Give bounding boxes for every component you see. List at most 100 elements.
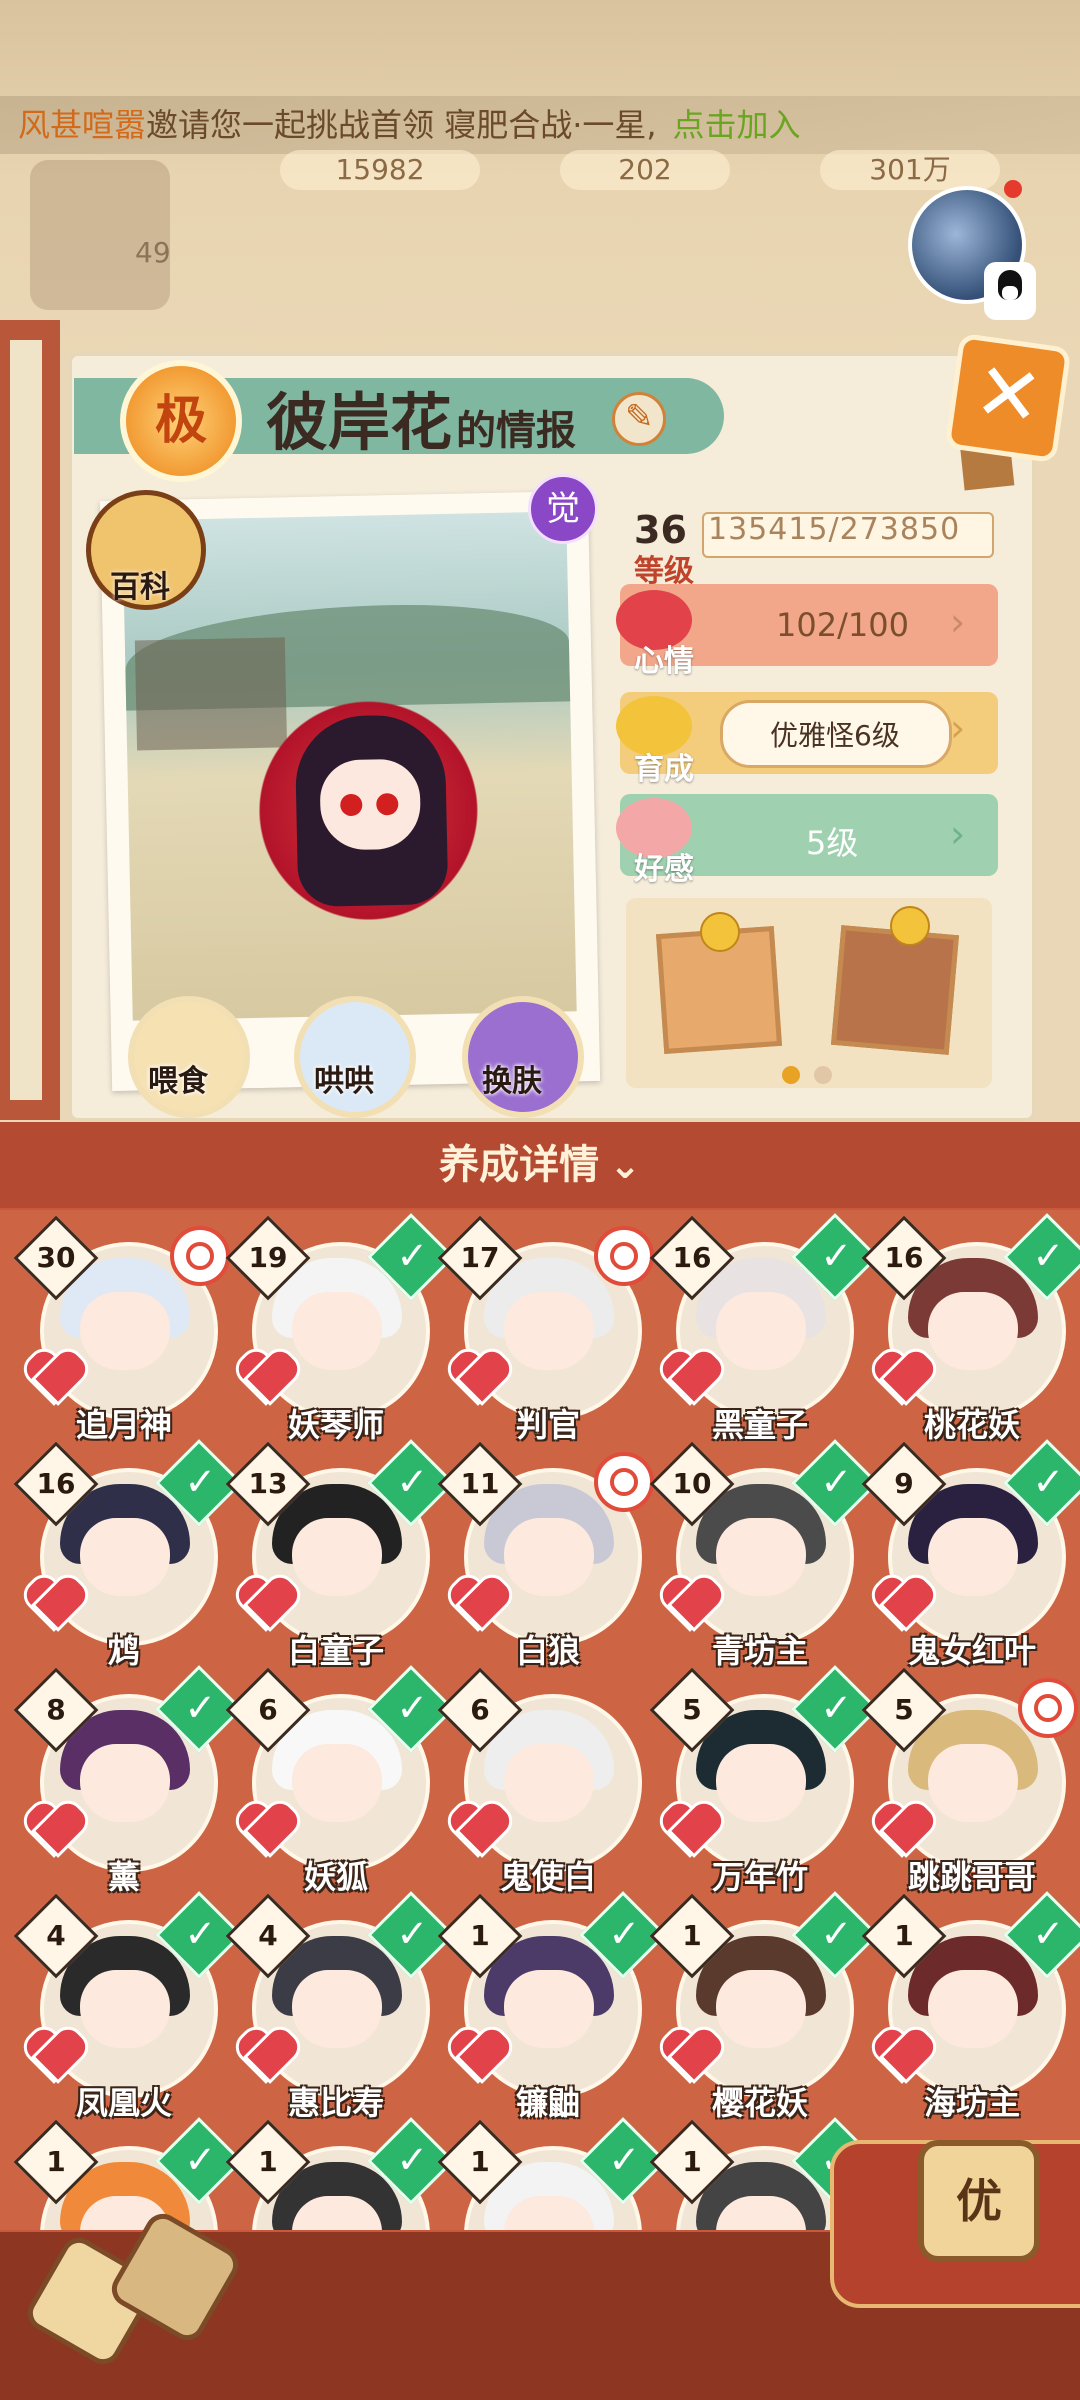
- roster-tile[interactable]: 1樱花妖: [649, 1891, 879, 2126]
- roster-tile[interactable]: 5万年竹: [649, 1665, 879, 1900]
- portrait-face: [80, 1292, 170, 1370]
- player-avatar[interactable]: [30, 160, 170, 310]
- portrait-face: [928, 1744, 1018, 1822]
- favor-chevron-icon: ›: [950, 812, 966, 856]
- target-icon: [1018, 1678, 1078, 1738]
- coax-label: 哄哄: [314, 1064, 374, 1099]
- heart-icon: [18, 1342, 78, 1398]
- smile-icon: [890, 906, 930, 946]
- level-text: 19: [248, 1241, 288, 1274]
- heart-icon: [18, 1794, 78, 1850]
- portrait-face: [504, 1292, 594, 1370]
- level-text: 1: [470, 2145, 490, 2178]
- portrait-face: [504, 1518, 594, 1596]
- target-icon: [170, 1226, 230, 1286]
- rank-badge: 极: [120, 360, 242, 482]
- level-text: 5: [894, 1693, 914, 1726]
- roster-tile[interactable]: 10青坊主: [649, 1439, 879, 1674]
- heart-icon: [866, 1568, 926, 1624]
- roster-tile[interactable]: 1: [437, 2117, 667, 2230]
- book-spine: [0, 320, 60, 1120]
- level-text: 30: [36, 1241, 76, 1274]
- close-button[interactable]: ✕: [944, 332, 1072, 464]
- roster-tile[interactable]: 30 追月神: [13, 1215, 230, 1448]
- portrait-face: [504, 1744, 594, 1822]
- heart-icon: [442, 2020, 502, 2076]
- details-label: 养成详情: [439, 1142, 600, 1188]
- level-text: 9: [894, 1467, 914, 1500]
- level-text: 1: [258, 2145, 278, 2178]
- shikigami-name: 判官: [515, 1406, 580, 1444]
- heart-icon: [654, 2020, 714, 2076]
- growth-label: 育成: [634, 752, 694, 787]
- roster-tile[interactable]: 4凤凰火: [13, 1891, 243, 2126]
- level-text: 5: [682, 1693, 702, 1726]
- resource-2: 202: [560, 150, 730, 190]
- growth-value: 优雅怪6级: [770, 719, 900, 752]
- portrait-face: [80, 1970, 170, 2048]
- heart-icon: [654, 1794, 714, 1850]
- page-dot-active: [782, 1066, 800, 1084]
- invite-marquee[interactable]: 风甚喧嚣邀请您一起挑战首领 寝肥合战·一星, 点击加入: [0, 96, 1080, 154]
- shikigami-name: 鬼女红叶: [907, 1632, 1036, 1670]
- heart-icon: [230, 1568, 290, 1624]
- portrait-face: [80, 1744, 170, 1822]
- smile-icon: [700, 912, 740, 952]
- roster-tile[interactable]: 9 鬼女红叶: [861, 1439, 1080, 1674]
- level-text: 6: [470, 1693, 490, 1726]
- shikigami-name: 白狼: [515, 1632, 580, 1670]
- heart-icon: [654, 1568, 714, 1624]
- portrait-face: [504, 1970, 594, 2048]
- roster-tile[interactable]: 13白童子: [225, 1439, 455, 1674]
- roster-tile[interactable]: 8薰: [13, 1665, 243, 1900]
- roster-tile[interactable]: 6 鬼使白: [437, 1667, 654, 1900]
- roster-tile[interactable]: 6妖狐: [225, 1665, 455, 1900]
- roster-tile[interactable]: 1 海坊主: [861, 1891, 1080, 2126]
- level-text: 16: [672, 1241, 712, 1274]
- roster-tile[interactable]: 4惠比寿: [225, 1891, 455, 2126]
- roster-tile[interactable]: 16黑童子: [649, 1213, 879, 1448]
- level-text: 1: [682, 2145, 702, 2178]
- shikigami-name: 海坊主: [923, 2084, 1020, 2122]
- roster-tile[interactable]: 1镰鼬: [437, 1891, 667, 2126]
- heart-icon: [18, 2020, 78, 2076]
- heart-icon: [442, 1342, 502, 1398]
- roster-grid: 30追月神19妖琴师17判官16黑童子16桃花妖16鸩13白童子11白狼10青坊…: [0, 1210, 1080, 2230]
- marquee-join-link[interactable]: 点击加入: [673, 106, 801, 144]
- portrait-face: [292, 1744, 382, 1822]
- heart-icon: [230, 2020, 290, 2076]
- skin-label: 换肤: [482, 1064, 542, 1099]
- portrait-face: [716, 1292, 806, 1370]
- heart-icon: [230, 1794, 290, 1850]
- roster-tile[interactable]: 16桃花妖: [861, 1213, 1080, 1448]
- level-text: 1: [894, 1919, 914, 1952]
- priority-button[interactable]: 优: [918, 2140, 1040, 2262]
- qq-icon[interactable]: [984, 262, 1036, 320]
- level-text: 16: [884, 1241, 924, 1274]
- roster-tile[interactable]: 19妖琴师: [225, 1213, 455, 1448]
- level-text: 13: [248, 1467, 288, 1500]
- roster-tile[interactable]: 1: [13, 2117, 243, 2230]
- portrait-face: [928, 1292, 1018, 1370]
- level-text: 17: [460, 1241, 500, 1274]
- edit-icon[interactable]: [612, 392, 666, 446]
- feed-label: 喂食: [148, 1064, 208, 1099]
- roster-tile[interactable]: 16鸩: [13, 1439, 243, 1674]
- level-text: 6: [258, 1693, 278, 1726]
- roster-tile[interactable]: 1: [225, 2117, 455, 2230]
- title-suffix: 的情报: [456, 408, 577, 454]
- double-chevron-down-icon: ⌄: [609, 1143, 641, 1187]
- roster-tile[interactable]: 11 白狼: [437, 1441, 654, 1674]
- favor-value: 5级: [806, 824, 859, 862]
- level-text: 1: [470, 1919, 490, 1952]
- details-toggle[interactable]: 养成详情 ⌄: [0, 1122, 1080, 1208]
- portrait-face: [292, 1970, 382, 2048]
- roster-tile[interactable]: 5 跳跳哥哥: [861, 1667, 1078, 1900]
- marquee-text: 邀请您一起挑战首领 寝肥合战·一星,: [146, 106, 657, 144]
- gift-item-2[interactable]: [830, 925, 960, 1055]
- level-text: 4: [258, 1919, 278, 1952]
- character-sprite[interactable]: [246, 683, 491, 948]
- heart-icon: [230, 1342, 290, 1398]
- portrait-face: [716, 1518, 806, 1596]
- roster-tile[interactable]: 17 判官: [437, 1215, 654, 1448]
